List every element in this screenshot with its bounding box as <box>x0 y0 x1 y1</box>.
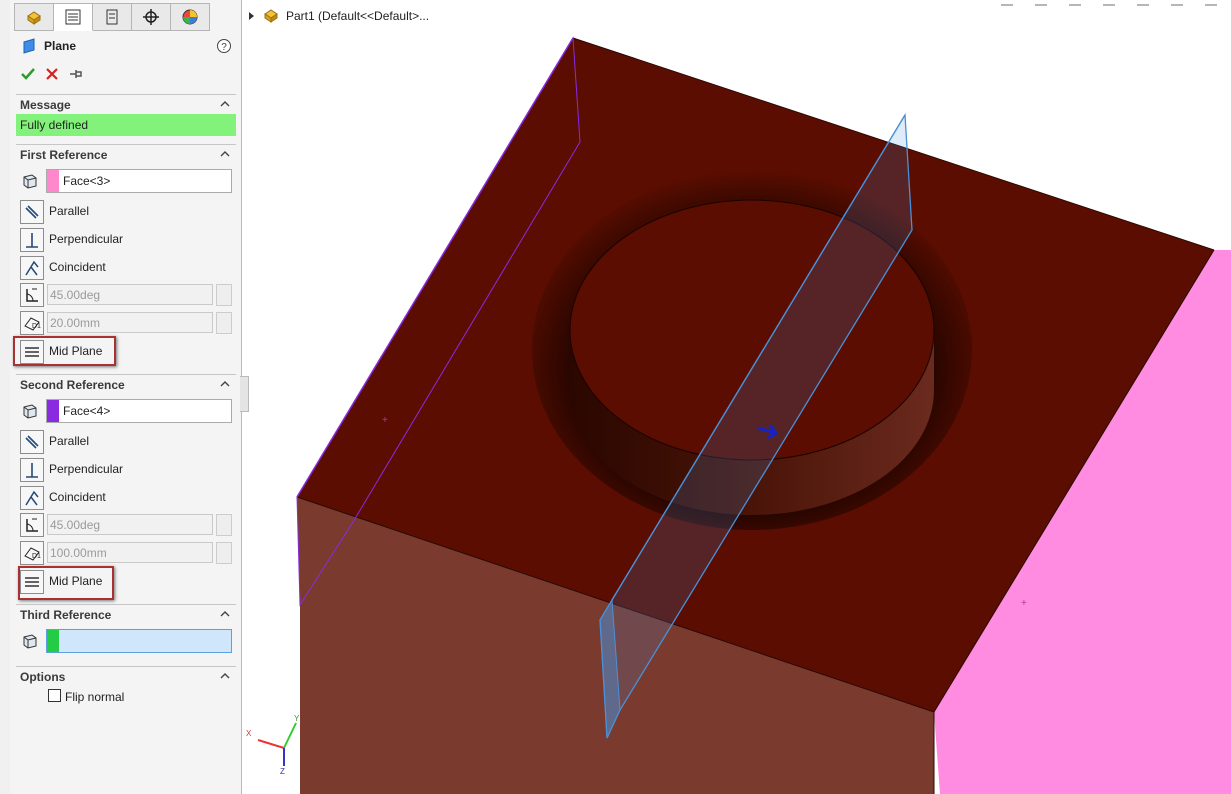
svg-text:Y: Y <box>294 714 300 723</box>
origin-marker: + <box>382 415 388 426</box>
svg-text:Z: Z <box>280 767 285 776</box>
svg-text:X: X <box>246 729 252 738</box>
face-marker: + <box>1021 598 1027 609</box>
coordinate-triad: X Y Z <box>246 714 300 776</box>
model-viewport[interactable]: + + X Y Z <box>0 0 1231 794</box>
